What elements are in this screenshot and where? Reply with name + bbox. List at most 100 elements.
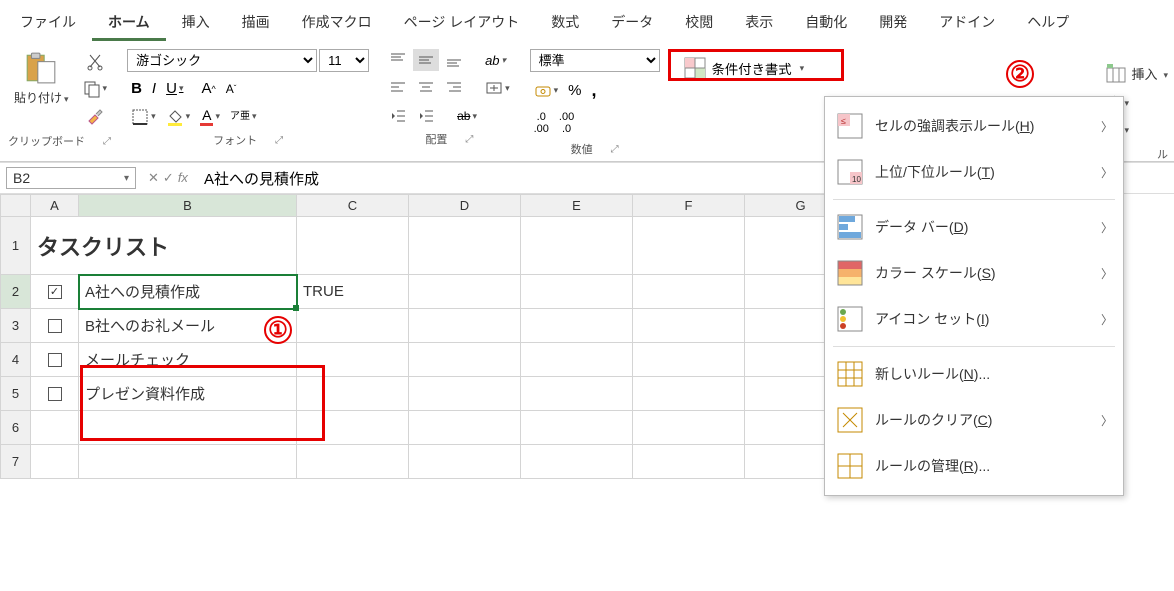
cancel-formula-button[interactable]: ✕ (148, 170, 159, 186)
row-header-5[interactable]: 5 (1, 377, 31, 411)
col-header-C[interactable]: C (297, 195, 409, 217)
font-size-combo[interactable]: 11 (319, 49, 369, 72)
decrease-decimal-button[interactable]: .00.0 (555, 109, 578, 137)
task-checkbox[interactable] (48, 285, 62, 299)
format-painter-button[interactable] (79, 105, 112, 127)
font-name-combo[interactable]: 游ゴシック (127, 49, 317, 72)
border-button[interactable] (127, 106, 160, 128)
group-styles: 条件付き書式 (668, 45, 821, 161)
task-checkbox[interactable] (48, 387, 62, 401)
increase-decimal-button[interactable]: .0.00 (530, 109, 553, 137)
align-right-button[interactable] (441, 77, 467, 99)
shrink-font-button[interactable]: Aˇ (222, 80, 241, 98)
tab-macro[interactable]: 作成マクロ (286, 6, 388, 41)
select-all-corner[interactable] (1, 195, 31, 217)
fill-color-button[interactable] (162, 106, 195, 128)
tab-view[interactable]: 表示 (729, 6, 789, 41)
group-clipboard-label: クリップボード (8, 133, 85, 149)
indent-dec-icon (389, 107, 407, 125)
group-alignment: ab ab 配置⤢ (377, 45, 522, 161)
tab-addin[interactable]: アドイン (923, 6, 1011, 41)
font-dialog-icon[interactable]: ⤢ (275, 135, 283, 146)
task-checkbox[interactable] (48, 353, 62, 367)
row-header-4[interactable]: 4 (1, 343, 31, 377)
comma-button[interactable]: , (587, 78, 600, 103)
indent-increase-button[interactable] (413, 105, 439, 127)
merge-button[interactable] (481, 77, 514, 99)
tab-insert[interactable]: 挿入 (166, 6, 226, 41)
tab-formula[interactable]: 数式 (535, 6, 595, 41)
tab-data[interactable]: データ (595, 6, 669, 41)
align-top-icon (389, 51, 407, 69)
currency-button[interactable] (530, 80, 563, 102)
tab-layout[interactable]: ページ レイアウト (388, 6, 536, 41)
tab-dev[interactable]: 開発 (863, 6, 923, 41)
conditional-format-icon (684, 57, 706, 79)
tab-home[interactable]: ホーム (92, 6, 166, 41)
paste-button[interactable] (20, 49, 62, 87)
underline-button[interactable]: U (162, 78, 187, 99)
tab-draw[interactable]: 描画 (226, 6, 286, 41)
worksheet-grid[interactable]: A B C D E F G 1 タスクリスト 2 A社への見積作成 TRUE 3… (0, 194, 857, 479)
menu-manage-rules[interactable]: ルールの管理(R)... (825, 443, 1123, 489)
name-box[interactable]: B2▾ (6, 167, 136, 189)
task-checkbox[interactable] (48, 319, 62, 333)
brush-icon (86, 107, 104, 125)
menu-top-bottom-rules[interactable]: 10 上位/下位ルール(T) 〉 (825, 149, 1123, 195)
row-header-3[interactable]: 3 (1, 309, 31, 343)
menu-data-bars[interactable]: データ バー(D) 〉 (825, 204, 1123, 250)
fx-button[interactable]: fx (178, 170, 188, 186)
row-header-2[interactable]: 2 (1, 275, 31, 309)
align-left-button[interactable] (385, 77, 411, 99)
col-header-A[interactable]: A (31, 195, 79, 217)
cut-button[interactable] (79, 51, 112, 73)
italic-button[interactable]: I (148, 78, 160, 99)
align-center-button[interactable] (413, 77, 439, 99)
row-header-6[interactable]: 6 (1, 411, 31, 445)
menu-highlight-rules[interactable]: ≤ セルの強調表示ルール(H) 〉 (825, 103, 1123, 149)
clear-rules-icon (837, 407, 863, 433)
grow-font-button[interactable]: A^ (197, 78, 219, 99)
clipboard-dialog-icon[interactable]: ⤢ (103, 136, 111, 147)
phonetic-button[interactable]: ア亜 (226, 110, 261, 124)
conditional-formatting-button[interactable]: 条件付き書式 (676, 53, 813, 83)
align-dialog-icon[interactable]: ⤢ (465, 134, 473, 145)
tab-automate[interactable]: 自動化 (789, 6, 863, 41)
orientation-button[interactable]: ab (481, 51, 510, 70)
indent-decrease-button[interactable] (385, 105, 411, 127)
color-scales-icon (837, 260, 863, 286)
number-dialog-icon[interactable]: ⤢ (611, 144, 619, 155)
row-header-7[interactable]: 7 (1, 445, 31, 479)
menu-clear-rules[interactable]: ルールのクリア(C) 〉 (825, 397, 1123, 443)
cell-B4[interactable]: メールチェック (79, 343, 297, 377)
wrap-text-button[interactable]: ab (453, 107, 481, 125)
align-bottom-button[interactable] (441, 49, 467, 71)
col-header-D[interactable]: D (409, 195, 521, 217)
cut-icon (86, 53, 104, 71)
svg-text:10: 10 (852, 175, 861, 184)
number-format-combo[interactable]: 標準 (530, 49, 660, 72)
col-header-F[interactable]: F (633, 195, 745, 217)
cell-B2[interactable]: A社への見積作成 (79, 275, 297, 309)
percent-button[interactable]: % (564, 80, 585, 101)
bold-button[interactable]: B (127, 78, 146, 99)
sheet-title: タスクリスト (37, 235, 169, 260)
align-top-button[interactable] (385, 49, 411, 71)
col-header-E[interactable]: E (521, 195, 633, 217)
font-color-button[interactable]: A (196, 105, 224, 128)
menu-icon-sets[interactable]: アイコン セット(I) 〉 (825, 296, 1123, 342)
copy-button[interactable] (79, 78, 112, 100)
align-middle-button[interactable] (413, 49, 439, 71)
tab-review[interactable]: 校閲 (669, 6, 729, 41)
col-header-B[interactable]: B (79, 195, 297, 217)
menu-color-scales[interactable]: カラー スケール(S) 〉 (825, 250, 1123, 296)
row-header-1[interactable]: 1 (1, 217, 31, 275)
insert-cells-button[interactable]: 挿入 (1105, 62, 1168, 84)
cell-B5[interactable]: プレゼン資料作成 (79, 377, 297, 411)
tab-help[interactable]: ヘルプ (1011, 6, 1085, 41)
manage-rules-icon (837, 453, 863, 479)
menu-new-rule[interactable]: 新しいルール(N)... (825, 351, 1123, 397)
tab-file[interactable]: ファイル (4, 6, 92, 41)
cell-C2[interactable]: TRUE (297, 275, 409, 309)
enter-formula-button[interactable]: ✓ (163, 170, 174, 186)
